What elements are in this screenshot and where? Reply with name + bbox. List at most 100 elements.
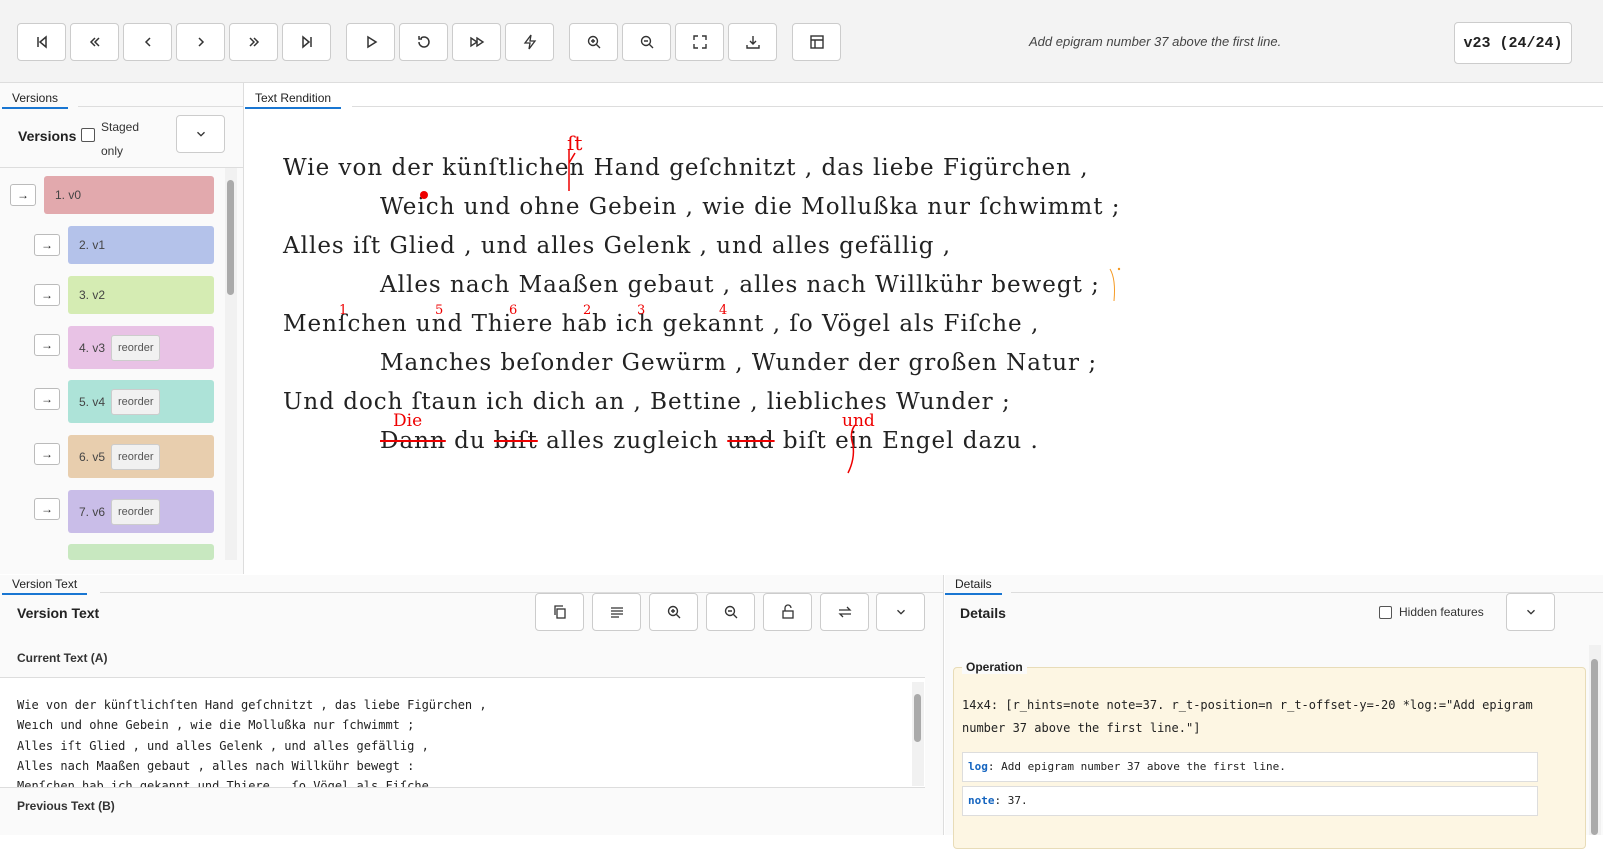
first-version-button[interactable] [17, 23, 66, 61]
divider [0, 787, 925, 788]
poem-line-5: Menſchen und Thiere hab ich gekannt , ſo… [283, 311, 1040, 337]
note-value: : 37. [994, 794, 1028, 807]
double-chevron-left-icon [89, 37, 100, 47]
layout-button[interactable] [792, 23, 841, 61]
log-message: Add epigram number 37 above the first li… [1029, 34, 1282, 49]
version-expand-button[interactable]: → [34, 498, 60, 520]
download-button[interactable] [728, 23, 777, 61]
reset-button[interactable] [399, 23, 448, 61]
rotate-ccw-icon [417, 36, 430, 48]
list-divider [0, 167, 243, 168]
version-expand-button[interactable]: → [34, 284, 60, 306]
deleted-word: biſt [493, 428, 538, 454]
tab-version-text[interactable]: Version Text [2, 575, 88, 595]
operation-label: Operation [962, 660, 1027, 674]
tab-versions[interactable]: Versions [2, 89, 69, 109]
next-button[interactable] [176, 23, 225, 61]
zoom-out-icon [724, 605, 737, 619]
copy-button[interactable] [535, 593, 584, 631]
version-item[interactable]: 7. v6 reorder [68, 490, 214, 533]
hidden-features-checkbox[interactable] [1379, 606, 1392, 619]
versions-scroll-thumb[interactable] [227, 180, 234, 295]
chevron-right-icon [197, 37, 204, 47]
details-title: Details [960, 605, 1006, 621]
swap-button[interactable] [820, 593, 869, 631]
version-item[interactable]: 2. v1 [68, 226, 214, 264]
details-scroll-thumb[interactable] [1591, 659, 1598, 835]
text-zoom-out-button[interactable] [706, 593, 755, 631]
version-item[interactable]: 6. v5 reorder [68, 435, 214, 478]
versions-panel: Versions Versions Staged only → 1. v0 → 2. … [0, 83, 244, 574]
reorder-button[interactable]: reorder [111, 498, 161, 525]
bracket-mark-icon [1109, 267, 1121, 302]
version-badge[interactable]: v23 (24/24) [1454, 22, 1572, 64]
version-item[interactable]: 4. v3 reorder [68, 326, 214, 369]
line-fragment: ein Engel dazu . [835, 428, 1039, 454]
zoom-in-button[interactable] [569, 23, 618, 61]
execute-button[interactable] [505, 23, 554, 61]
last-version-button[interactable] [282, 23, 331, 61]
versions-scrollbar[interactable] [225, 168, 237, 560]
version-item[interactable]: 3. v2 [68, 276, 214, 314]
layout-icon [809, 35, 824, 49]
text-scrollbar[interactable] [912, 682, 924, 786]
zoom-in-icon [587, 35, 600, 49]
double-chevron-right-icon [248, 37, 259, 47]
chevron-left-icon [144, 37, 151, 47]
tab-divider [78, 106, 243, 107]
zoom-out-button[interactable] [622, 23, 671, 61]
zoom-in-icon [667, 605, 680, 619]
log-key: log [968, 760, 988, 773]
line-fragment: alles zugleich [537, 428, 728, 454]
versions-title: Versions [18, 128, 77, 144]
fullscreen-button[interactable] [675, 23, 724, 61]
order-number: 3 [637, 303, 646, 318]
version-item[interactable] [68, 544, 214, 560]
previous-button[interactable] [123, 23, 172, 61]
text-zoom-in-button[interactable] [649, 593, 698, 631]
versions-menu-button[interactable] [176, 115, 225, 153]
details-menu-button[interactable] [1506, 593, 1555, 631]
fast-back-button[interactable] [70, 23, 119, 61]
poem-line-4: Alles nach Maaßen gebaut , alles nach Wi… [380, 272, 1100, 298]
version-item[interactable]: 1. v0 [44, 176, 214, 214]
version-expand-button[interactable]: → [34, 234, 60, 256]
play-button[interactable] [346, 23, 395, 61]
unlock-icon [781, 604, 794, 619]
copy-icon [553, 605, 566, 619]
dot-marker [420, 191, 428, 199]
version-label: 7. v6 [79, 504, 106, 519]
unlock-button[interactable] [763, 593, 812, 631]
staged-only-checkbox[interactable] [81, 128, 95, 142]
wrap-text-button[interactable] [592, 593, 641, 631]
reorder-button[interactable]: reorder [111, 334, 161, 361]
order-number: 4 [719, 303, 728, 318]
reorder-button[interactable]: reorder [111, 388, 161, 415]
order-number: 2 [583, 303, 592, 318]
version-expand-button[interactable]: → [34, 334, 60, 356]
skip-forward-button[interactable] [452, 23, 501, 61]
align-lines-icon [610, 607, 623, 618]
tab-details[interactable]: Details [945, 575, 1002, 595]
current-text-box[interactable]: Wie von der künſtlichſten Hand geſchnitz… [0, 677, 925, 788]
fast-forward-icon [469, 36, 484, 48]
hidden-features-label: Hidden features [1399, 605, 1484, 619]
fast-forward-button[interactable] [229, 23, 278, 61]
version-item[interactable]: 5. v4 reorder [68, 380, 214, 423]
text-line: Alles nach Maaßen gebaut , alles nach Wi… [17, 759, 415, 773]
line-fragment: du [445, 428, 494, 454]
version-expand-button[interactable]: → [34, 443, 60, 465]
text-scroll-thumb[interactable] [914, 694, 921, 742]
tab-divider [352, 106, 1603, 107]
tab-text-rendition[interactable]: Text Rendition [245, 89, 342, 109]
text-line: Alles iſt Glied , und alles Gelenk , und… [17, 739, 429, 753]
version-expand-button[interactable]: → [10, 184, 36, 206]
bolt-icon [523, 34, 536, 50]
swap-icon [837, 606, 852, 618]
reorder-button[interactable]: reorder [111, 443, 161, 470]
details-scrollbar[interactable] [1589, 645, 1601, 835]
poem-line-8: Dann du biſt alles zugleich und biſt ein… [380, 428, 1039, 454]
version-text-menu-button[interactable] [876, 593, 925, 631]
download-icon [745, 36, 760, 49]
version-expand-button[interactable]: → [34, 388, 60, 410]
